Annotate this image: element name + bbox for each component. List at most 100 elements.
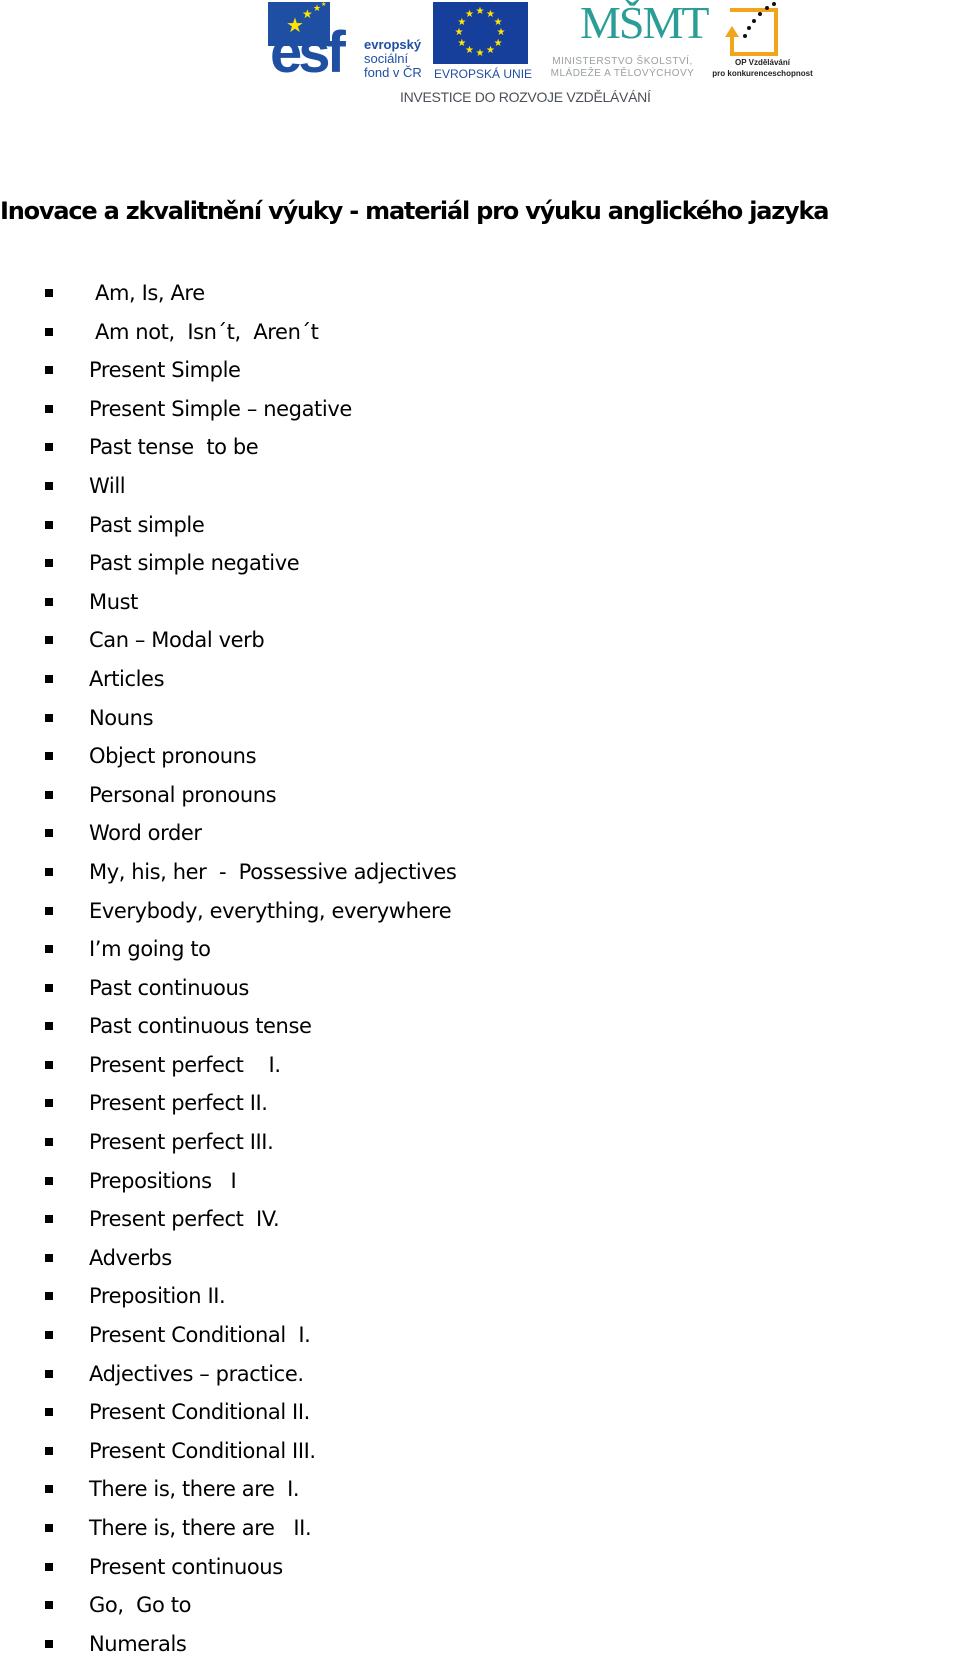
square-bullet-icon bbox=[45, 1060, 53, 1069]
square-bullet-icon bbox=[45, 713, 53, 722]
esf-logo-mark: esf bbox=[270, 20, 346, 85]
square-bullet-icon bbox=[45, 481, 53, 490]
list-item-text: Present continuous bbox=[89, 1554, 283, 1579]
square-bullet-icon bbox=[45, 1369, 53, 1378]
esf-line1: evropský bbox=[364, 37, 422, 52]
op-logo-text: OP Vzdělávání pro konkurenceschopnost bbox=[710, 57, 815, 79]
dot-icon bbox=[772, 2, 776, 6]
list-item-text: Object pronouns bbox=[89, 744, 257, 769]
page-title: Inovace a zkvalitnění výuky - materiál p… bbox=[0, 197, 829, 225]
list-item-text: Present Simple – negative bbox=[89, 396, 352, 421]
header-logos: ★ ★ ★ ★ esf evropský sociální fond v ČR … bbox=[0, 0, 960, 115]
list-item-text: There is, there are I. bbox=[89, 1477, 300, 1502]
square-bullet-icon bbox=[45, 945, 53, 954]
square-bullet-icon bbox=[45, 906, 53, 915]
dot-icon bbox=[747, 26, 751, 30]
list-item-text: Preposition II. bbox=[89, 1284, 226, 1309]
list-item-text: Present perfect III. bbox=[89, 1130, 274, 1155]
star-icon: ★ bbox=[454, 27, 464, 38]
list-item-text: Past simple bbox=[89, 512, 205, 537]
square-bullet-icon bbox=[45, 1292, 53, 1301]
square-bullet-icon bbox=[45, 1446, 53, 1455]
square-bullet-icon bbox=[45, 1408, 53, 1417]
list-item-text: Word order bbox=[89, 821, 202, 846]
list-item-text: Past continuous tense bbox=[89, 1014, 312, 1039]
star-icon: ★ bbox=[321, 2, 327, 8]
square-bullet-icon bbox=[45, 674, 53, 683]
dot-icon bbox=[752, 19, 756, 23]
list-item-text: There is, there are II. bbox=[89, 1516, 312, 1540]
list-item-text: Present Conditional II. bbox=[89, 1400, 310, 1425]
star-icon: ★ bbox=[465, 8, 474, 20]
list-item-text: My, his, her - Possessive adjectives bbox=[89, 859, 457, 884]
list-item-text: Present perfect I. bbox=[89, 1052, 281, 1077]
star-icon: ★ bbox=[493, 37, 503, 49]
square-bullet-icon bbox=[45, 1253, 53, 1262]
square-bullet-icon bbox=[45, 1215, 53, 1224]
square-bullet-icon bbox=[45, 1176, 53, 1185]
square-bullet-icon bbox=[45, 1022, 53, 1031]
list-item-text: Nouns bbox=[89, 705, 154, 730]
square-bullet-icon bbox=[45, 752, 53, 761]
list-item-text: Am not, Isn´t, Aren´t bbox=[95, 319, 319, 344]
msmt-logo-mark: MŠMT bbox=[580, 0, 709, 48]
list-item-text: Go, Go to bbox=[89, 1593, 192, 1618]
square-bullet-icon bbox=[45, 559, 53, 568]
square-bullet-icon bbox=[45, 289, 53, 297]
esf-line3: fond v ČR bbox=[364, 65, 422, 80]
star-icon: ★ bbox=[457, 37, 467, 49]
square-bullet-icon bbox=[45, 1639, 53, 1648]
square-bullet-icon bbox=[45, 404, 53, 413]
star-icon: ★ bbox=[493, 16, 503, 28]
square-bullet-icon bbox=[45, 867, 53, 876]
list-item-text: Present Simple bbox=[89, 358, 241, 383]
list-item-text: Present Conditional I. bbox=[89, 1323, 311, 1348]
esf-line2: sociální bbox=[364, 51, 409, 66]
list-item-text: Will bbox=[89, 473, 126, 498]
list-item-text: Can – Modal verb bbox=[89, 628, 265, 653]
list-item-text: Prepositions I bbox=[89, 1168, 237, 1193]
op-line2: pro konkurenceschopnost bbox=[712, 69, 813, 78]
msmt-logo-text: MINISTERSTVO ŠKOLSTVÍ, MLÁDEŽE A TĚLOVÝC… bbox=[540, 56, 705, 80]
esf-logo: ★ ★ ★ ★ esf evropský sociální fond v ČR bbox=[268, 2, 433, 82]
square-bullet-icon bbox=[45, 597, 53, 606]
list-item-text: Adverbs bbox=[89, 1245, 172, 1270]
list-item-text: I’m going to bbox=[89, 937, 211, 962]
square-bullet-icon bbox=[45, 1562, 53, 1571]
square-bullet-icon bbox=[45, 1601, 53, 1610]
square-bullet-icon bbox=[45, 829, 53, 838]
op-logo: OP Vzdělávání pro konkurenceschopnost bbox=[710, 0, 815, 80]
list-item-text: Present perfect II. bbox=[89, 1091, 268, 1116]
square-bullet-icon bbox=[45, 1331, 53, 1340]
star-icon: ★ bbox=[486, 45, 495, 57]
square-bullet-icon bbox=[45, 366, 53, 375]
square-bullet-icon bbox=[45, 983, 53, 992]
tagline: INVESTICE DO ROZVOJE VZDĚLÁVÁNÍ bbox=[400, 89, 651, 105]
square-bullet-icon bbox=[45, 636, 53, 645]
square-bullet-icon bbox=[45, 1485, 53, 1494]
list-item-text: Articles bbox=[89, 666, 165, 691]
eu-flag-icon: ★ ★ ★ ★ ★ ★ ★ ★ ★ ★ ★ ★ bbox=[433, 2, 528, 64]
star-icon: ★ bbox=[475, 6, 485, 17]
list-item-text: Past tense to be bbox=[89, 435, 259, 460]
esf-logo-text: evropský sociální fond v ČR bbox=[364, 38, 422, 80]
star-icon: ★ bbox=[465, 45, 474, 57]
square-bullet-icon bbox=[45, 327, 53, 336]
arrow-up-icon bbox=[725, 26, 739, 37]
square-bullet-icon bbox=[45, 520, 53, 529]
square-bullet-icon bbox=[45, 790, 53, 799]
list-item-text: Numerals bbox=[89, 1631, 187, 1656]
list-item-text: Past continuous bbox=[89, 975, 249, 1000]
op-line1: OP Vzdělávání bbox=[735, 58, 790, 67]
list-item-text: Must bbox=[89, 589, 139, 614]
square-bullet-icon bbox=[45, 1099, 53, 1108]
star-icon: ★ bbox=[313, 3, 322, 13]
msmt-line1: MINISTERSTVO ŠKOLSTVÍ, bbox=[552, 56, 693, 67]
list-item-text: Past simple negative bbox=[89, 551, 300, 576]
list-item-text: Present perfect IV. bbox=[89, 1207, 280, 1232]
star-icon: ★ bbox=[302, 7, 313, 21]
star-icon: ★ bbox=[496, 27, 506, 38]
msmt-logo: MŠMT MINISTERSTVO ŠKOLSTVÍ, MLÁDEŽE A TĚ… bbox=[540, 0, 710, 80]
list-item-text: Am, Is, Are bbox=[95, 281, 205, 305]
dot-icon bbox=[765, 6, 769, 10]
